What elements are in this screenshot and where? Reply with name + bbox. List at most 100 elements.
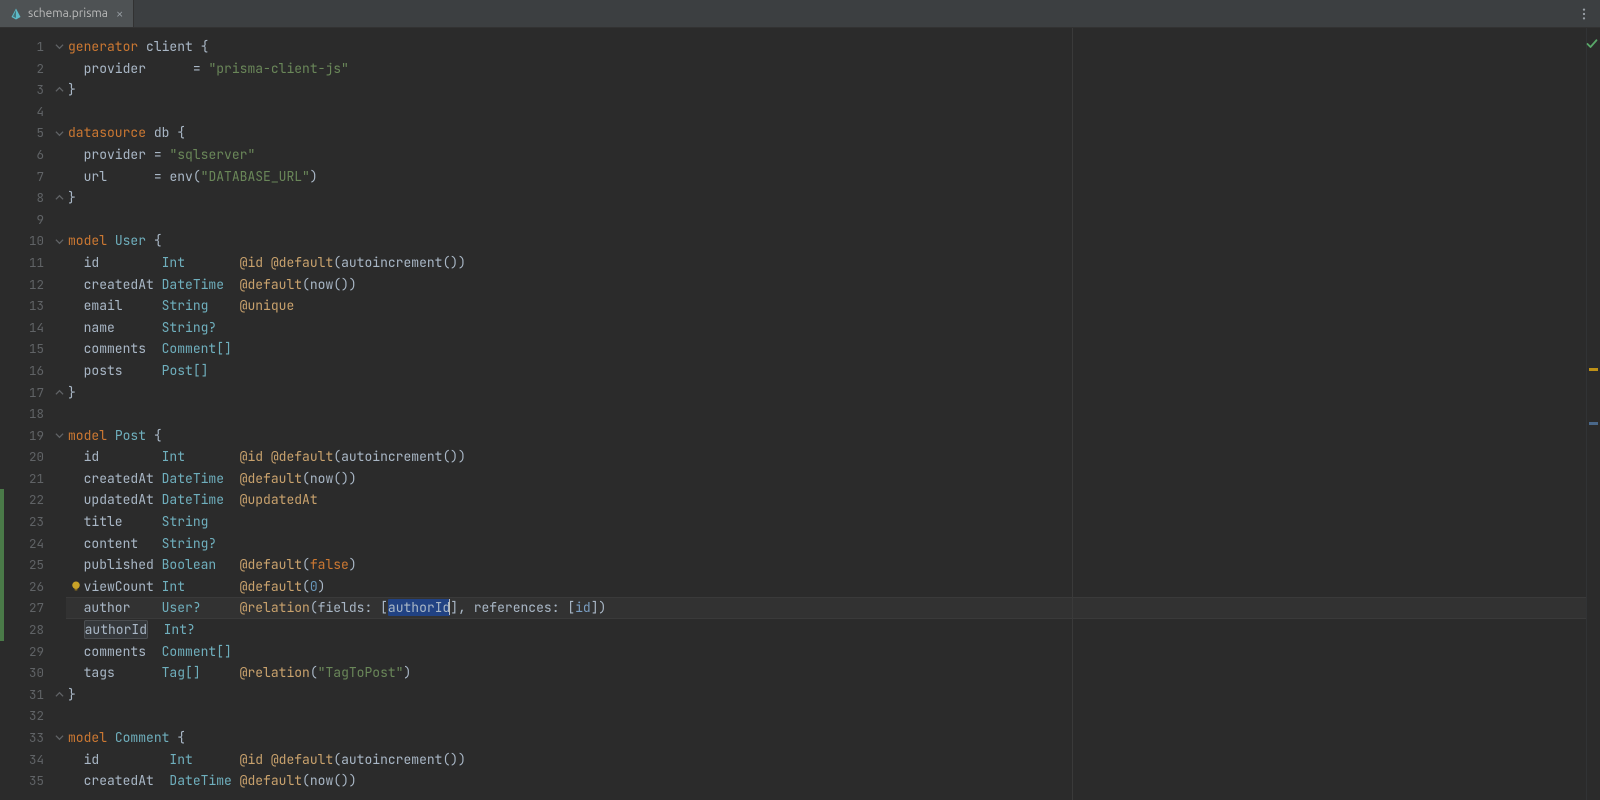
error-stripe[interactable] (1586, 28, 1600, 800)
tab-schema-prisma[interactable]: schema.prisma × (0, 0, 134, 27)
fold-toggle-open-icon[interactable] (52, 727, 66, 749)
line-number[interactable]: 32 (4, 705, 44, 727)
line-number[interactable]: 8 (4, 187, 44, 209)
line-number[interactable]: 24 (4, 533, 44, 555)
code-line[interactable]: tags Tag[] @relation("TagToPost") (66, 662, 1600, 684)
code-line[interactable]: } (66, 79, 1600, 101)
fold-toggle-close-icon[interactable] (52, 382, 66, 404)
code-line[interactable]: createdAt DateTime @default(now()) (66, 274, 1600, 296)
line-number[interactable]: 7 (4, 166, 44, 188)
line-number[interactable]: 3 (4, 79, 44, 101)
fold-toggle-open-icon[interactable] (52, 36, 66, 58)
code-line[interactable]: model User { (66, 230, 1600, 252)
code-line[interactable]: authorId Int? (66, 619, 1600, 641)
close-icon[interactable]: × (116, 7, 123, 21)
code-line[interactable]: } (66, 684, 1600, 706)
line-number[interactable]: 19 (4, 425, 44, 447)
line-number[interactable]: 21 (4, 468, 44, 490)
line-number[interactable]: 5 (4, 122, 44, 144)
line-number[interactable]: 35 (4, 770, 44, 792)
line-number[interactable]: 30 (4, 662, 44, 684)
fold-spacer (52, 101, 66, 123)
code-line[interactable]: id Int @id @default(autoincrement()) (66, 446, 1600, 468)
fold-toggle-close-icon[interactable] (52, 684, 66, 706)
line-number[interactable]: 25 (4, 554, 44, 576)
code-line[interactable]: published Boolean @default(false) (66, 554, 1600, 576)
code-line[interactable]: provider = "prisma-client-js" (66, 58, 1600, 80)
fold-toggle-close-icon[interactable] (52, 187, 66, 209)
line-number[interactable]: 29 (4, 641, 44, 663)
token (68, 319, 84, 336)
code-line[interactable]: viewCount Int @default(0) (66, 576, 1600, 598)
line-number[interactable]: 17 (4, 382, 44, 404)
token: Tag[] (162, 664, 201, 681)
tab-overflow-button[interactable] (1574, 0, 1594, 27)
intention-bulb-icon[interactable] (70, 580, 82, 592)
line-number[interactable]: 16 (4, 360, 44, 382)
fold-toggle-open-icon[interactable] (52, 230, 66, 252)
line-number[interactable]: 18 (4, 403, 44, 425)
inspection-ok-icon[interactable] (1586, 38, 1598, 50)
line-number[interactable]: 12 (4, 274, 44, 296)
code-line[interactable]: provider = "sqlserver" (66, 144, 1600, 166)
line-number[interactable]: 1 (4, 36, 44, 58)
line-number[interactable]: 4 (4, 101, 44, 123)
line-number[interactable]: 10 (4, 230, 44, 252)
code-line[interactable]: id Int @id @default(autoincrement()) (66, 749, 1600, 771)
fold-gutter[interactable] (52, 28, 66, 800)
line-number[interactable]: 20 (4, 446, 44, 468)
code-line[interactable]: comments Comment[] (66, 338, 1600, 360)
line-number[interactable]: 27 (4, 597, 44, 619)
token: User? (162, 599, 201, 616)
code-line[interactable]: content String? (66, 533, 1600, 555)
line-number-gutter[interactable]: 1234567891011121314151617181920212223242… (4, 28, 52, 800)
code-line[interactable]: generator client { (66, 36, 1600, 58)
code-line[interactable]: datasource db { (66, 122, 1600, 144)
code-editor[interactable]: 1234567891011121314151617181920212223242… (0, 28, 1600, 800)
code-line[interactable]: email String @unique (66, 295, 1600, 317)
line-number[interactable]: 22 (4, 489, 44, 511)
code-line[interactable] (66, 403, 1600, 425)
code-line[interactable]: comments Comment[] (66, 641, 1600, 663)
fold-toggle-close-icon[interactable] (52, 79, 66, 101)
line-number[interactable]: 2 (4, 58, 44, 80)
code-line[interactable]: } (66, 187, 1600, 209)
line-number[interactable]: 23 (4, 511, 44, 533)
code-line[interactable]: posts Post[] (66, 360, 1600, 382)
code-line[interactable]: createdAt DateTime @default(now()) (66, 770, 1600, 792)
code-line[interactable] (66, 209, 1600, 231)
line-number[interactable]: 15 (4, 338, 44, 360)
line-number[interactable]: 13 (4, 295, 44, 317)
line-number[interactable]: 14 (4, 317, 44, 339)
code-line[interactable] (66, 705, 1600, 727)
line-number[interactable]: 6 (4, 144, 44, 166)
fold-spacer (52, 662, 66, 684)
fold-toggle-open-icon[interactable] (52, 122, 66, 144)
code-line[interactable]: model Comment { (66, 727, 1600, 749)
code-line[interactable]: updatedAt DateTime @updatedAt (66, 489, 1600, 511)
fold-toggle-open-icon[interactable] (52, 425, 66, 447)
tab-bar: schema.prisma × (0, 0, 1600, 28)
code-line[interactable]: createdAt DateTime @default(now()) (66, 468, 1600, 490)
line-number[interactable]: 33 (4, 727, 44, 749)
code-line[interactable]: name String? (66, 317, 1600, 339)
code-line[interactable]: } (66, 382, 1600, 404)
code-line[interactable] (66, 101, 1600, 123)
line-number[interactable]: 26 (4, 576, 44, 598)
code-area[interactable]: generator client { provider = "prisma-cl… (66, 28, 1600, 800)
line-number[interactable]: 28 (4, 619, 44, 641)
token (146, 643, 162, 660)
line-number[interactable]: 11 (4, 252, 44, 274)
code-line[interactable]: url = env("DATABASE_URL") (66, 166, 1600, 188)
code-line[interactable]: id Int @id @default(autoincrement()) (66, 252, 1600, 274)
code-line[interactable]: author User? @relation(fields: [authorId… (66, 597, 1600, 619)
info-stripe-marker[interactable] (1589, 422, 1598, 425)
code-line[interactable]: title String (66, 511, 1600, 533)
line-number[interactable]: 9 (4, 209, 44, 231)
warning-stripe-marker[interactable] (1589, 368, 1598, 371)
line-number[interactable]: 31 (4, 684, 44, 706)
code-line[interactable]: model Post { (66, 425, 1600, 447)
token: @id (240, 254, 263, 271)
token (146, 124, 154, 141)
line-number[interactable]: 34 (4, 749, 44, 771)
